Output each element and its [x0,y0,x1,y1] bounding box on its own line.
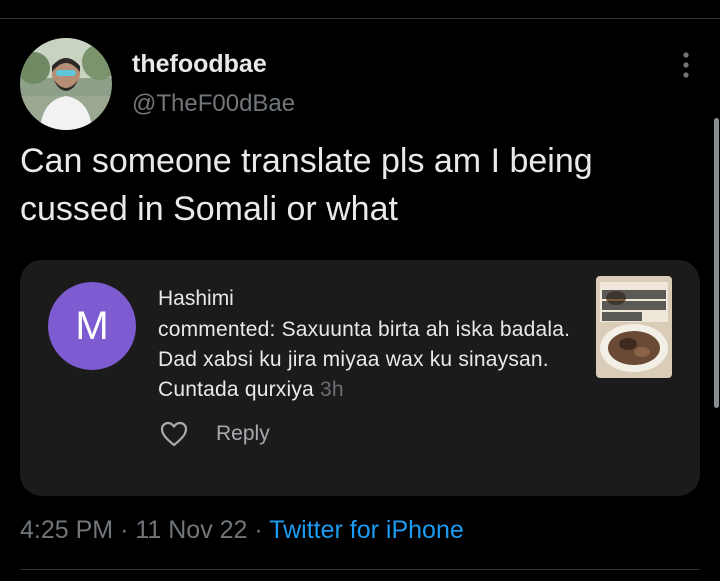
meta-separator: · [254,516,263,544]
quoted-comment-card[interactable]: M Hashimi commented: Saxuunta birta ah i… [20,260,700,496]
tweet-source-link[interactable]: Twitter for iPhone [269,516,464,544]
user-handle[interactable]: @TheF00dBae [132,90,295,118]
bottom-divider [20,569,700,570]
scrollbar[interactable] [714,118,719,408]
heart-outline-icon[interactable] [160,421,188,447]
tweet-text: Can someone translate pls am I being cus… [20,142,593,228]
reply-button[interactable]: Reply [216,422,270,446]
top-divider [0,0,720,19]
avatar[interactable] [20,38,112,130]
comment-text: commented: Saxuunta birta ah iska badala… [158,315,578,405]
tweet-date[interactable]: 11 Nov 22 [135,516,247,544]
commenter-avatar-letter: M [75,303,109,348]
tweet-time[interactable]: 4:25 PM [20,516,113,544]
commenter-avatar[interactable]: M [48,282,136,370]
commenter-name[interactable]: Hashimi [158,287,234,311]
video-thumbnail[interactable] [596,276,672,378]
more-vertical-icon[interactable] [676,50,696,80]
display-name[interactable]: thefoodbae [132,50,267,79]
comment-time: 3h [319,378,344,401]
user-photo-avatar-icon [20,38,112,130]
comment-body: commented: Saxuunta birta ah iska badala… [158,318,571,401]
meta-separator: · [120,516,129,544]
tweet-meta: 4:25 PM · 11 Nov 22 · Twitter for iPhone [20,516,464,545]
